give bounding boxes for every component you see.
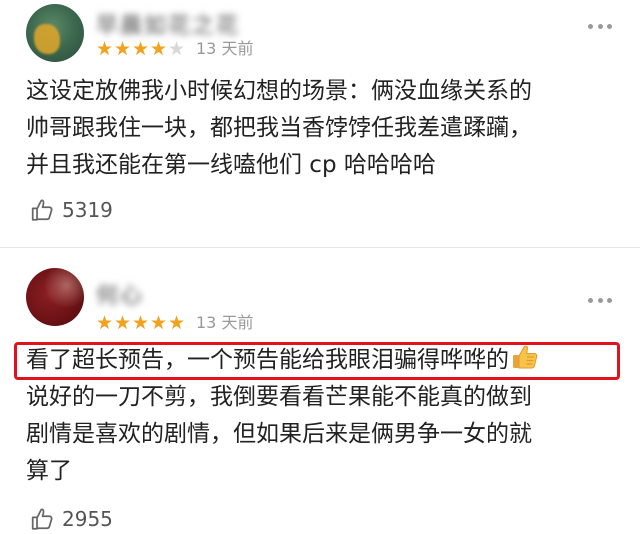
star-icon: ★	[132, 38, 150, 60]
star-icon: ★	[132, 312, 150, 334]
comment-line: 帅哥跟我住一块，都把我当香饽饽任我差遣蹂躏，	[26, 115, 532, 141]
thumbs-up-outline-icon	[31, 508, 53, 530]
comment-body: 这设定放佛我小时候幻想的场景：俩没血缘关系的 帅哥跟我住一块，都把我当香饽饽任我…	[26, 73, 616, 184]
more-dots-icon[interactable]	[588, 22, 612, 30]
star-icon: ★	[150, 38, 168, 60]
star-icon: ★	[96, 38, 114, 60]
highlighted-line: 看了超长预告，一个预告能给我眼泪骗得哗哗的	[26, 342, 616, 379]
highlighted-text: 看了超长预告，一个预告能给我眼泪骗得哗哗的	[26, 347, 509, 373]
comment-line: 算了	[26, 458, 72, 484]
comment-date: 13 天前	[196, 39, 254, 58]
avatar[interactable]	[26, 4, 84, 62]
username[interactable]: 何心	[96, 278, 144, 309]
thumbs-up-outline-icon	[31, 199, 53, 221]
divider	[0, 247, 640, 248]
comment-line: 并且我还能在第一线嗑他们 cp 哈哈哈哈	[26, 152, 436, 178]
avatar[interactable]	[26, 268, 84, 326]
star-icon: ★	[96, 312, 114, 334]
comment-line: 剧情是喜欢的剧情，但如果后来是俩男争一女的就	[26, 421, 532, 447]
comment-body: 看了超长预告，一个预告能给我眼泪骗得哗哗的 说好的一刀不剪，我倒要看看芒果能不能…	[26, 342, 616, 490]
star-rating: ★ ★ ★ ★ ★	[96, 39, 186, 59]
username[interactable]: 早晨如花之花	[96, 8, 240, 39]
thumbs-up-emoji-icon	[513, 345, 538, 369]
star-rating: ★ ★ ★ ★ ★	[96, 313, 186, 333]
star-icon: ★	[168, 312, 186, 334]
star-empty-icon: ★	[168, 38, 186, 60]
more-dots-icon[interactable]	[588, 296, 612, 304]
comment-line: 说好的一刀不剪，我倒要看看芒果能不能真的做到	[26, 384, 532, 410]
star-icon: ★	[150, 312, 168, 334]
comment-date: 13 天前	[196, 313, 254, 332]
like-button[interactable]: 2955	[30, 505, 113, 533]
star-icon: ★	[114, 38, 132, 60]
star-icon: ★	[114, 312, 132, 334]
like-count: 2955	[62, 507, 113, 531]
comment-line: 这设定放佛我小时候幻想的场景：俩没血缘关系的	[26, 78, 532, 104]
like-count: 5319	[62, 198, 113, 222]
like-button[interactable]: 5319	[30, 196, 113, 224]
